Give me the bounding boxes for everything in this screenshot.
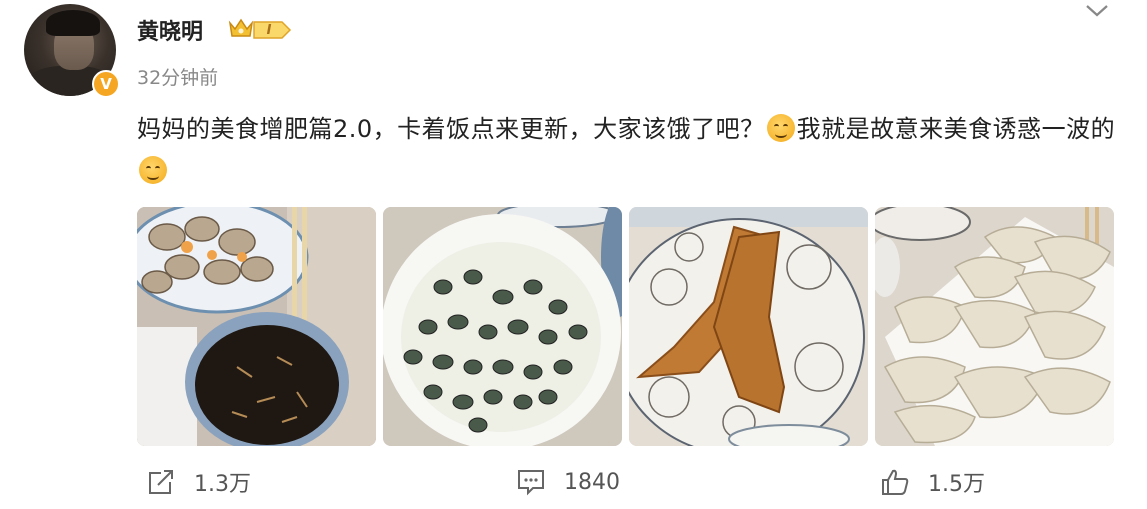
clams-and-dipping-sauce-photo[interactable]: [137, 207, 376, 446]
yum-face-icon: [766, 114, 795, 142]
chevron-down-icon[interactable]: [1084, 0, 1110, 20]
forward-button[interactable]: 1.3万: [146, 466, 251, 498]
comment-button[interactable]: 1840: [516, 466, 620, 498]
fried-fish-plate-photo[interactable]: [629, 207, 868, 446]
smirk-face-icon: [139, 156, 167, 184]
username[interactable]: 黄晓明: [137, 14, 203, 46]
forward-count: 1.3万: [194, 472, 251, 497]
post-text-part-1: 妈妈的美食增肥篇2.0，卡着饭点来更新，大家该饿了吧？: [137, 115, 765, 143]
crown-icon: [228, 18, 254, 37]
dumplings-plate-photo[interactable]: [875, 207, 1114, 446]
share-icon: [149, 470, 173, 494]
post-text: 妈妈的美食增肥篇2.0，卡着饭点来更新，大家该饿了吧？ 我就是故意来美食诱惑一波的: [137, 108, 1127, 192]
comment-icon: [518, 470, 544, 496]
verified-badge-icon: V: [92, 70, 120, 98]
vip-level-badge: I: [252, 20, 292, 40]
post-timestamp[interactable]: 32分钟前: [137, 63, 218, 90]
post-text-part-2: 我就是故意来美食诱惑一波的: [796, 115, 1116, 143]
like-button[interactable]: 1.5万: [880, 466, 985, 498]
comment-count: 1840: [564, 469, 620, 495]
like-count: 1.5万: [928, 472, 985, 497]
thumbs-up-icon: [882, 469, 909, 495]
sea-snails-plate-photo[interactable]: [383, 207, 622, 446]
